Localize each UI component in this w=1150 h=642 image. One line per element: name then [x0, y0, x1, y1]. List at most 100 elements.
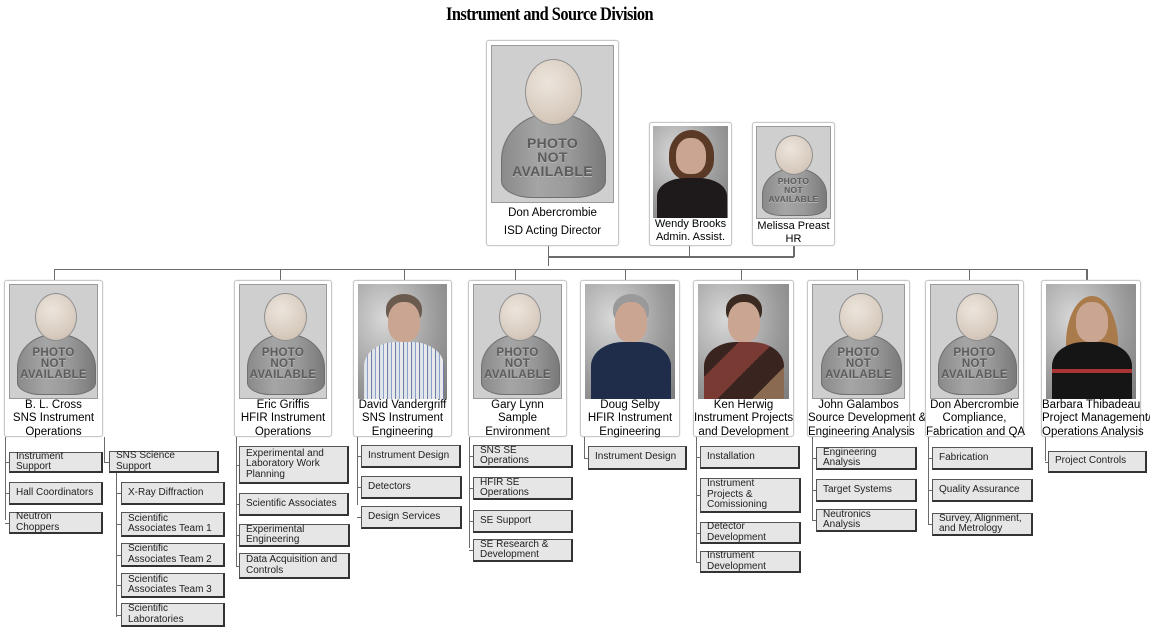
portrait-face — [728, 302, 760, 342]
manager-card[interactable]: PHOTO NOT AVAILABLE Eric Griffis HFIR Instru… — [234, 280, 332, 438]
placeholder-head — [264, 293, 307, 342]
photo-placeholder-icon: PHOTO NOT AVAILABLE — [491, 45, 614, 203]
unit-box[interactable]: Design Services — [361, 506, 462, 529]
unit-box[interactable]: Engineering Analysis — [816, 447, 917, 470]
manager-role-line: HFIR Instrument — [240, 412, 326, 425]
manager-role-line: Sample — [498, 412, 537, 425]
unit-box[interactable]: Scientific Associates — [239, 493, 349, 516]
placeholder-text: PHOTO NOT AVAILABLE — [941, 347, 1008, 382]
unit-box[interactable]: Scientific Associates Team 2 — [121, 543, 225, 567]
manager-name: Eric Griffis — [256, 399, 310, 411]
placeholder-head — [838, 293, 884, 342]
photo-placeholder-icon: PHOTO NOT AVAILABLE — [930, 284, 1019, 399]
manager-role-line: Environment — [485, 425, 550, 438]
portrait-face — [388, 302, 420, 342]
unit-box[interactable]: Target Systems — [816, 479, 917, 502]
photo-placeholder-icon: PHOTO NOT AVAILABLE — [756, 126, 831, 219]
director-role: ISD Acting Director — [503, 225, 602, 237]
unit-box[interactable]: Installation — [700, 446, 800, 469]
manager-card[interactable]: Doug Selby HFIR Instrument Engineering — [580, 280, 680, 439]
manager-role-line: HFIR Instrument — [587, 412, 673, 425]
unit-box[interactable]: Quality Assurance — [932, 479, 1033, 502]
unit-box[interactable]: Data Acquisition and Controls — [239, 553, 350, 579]
manager-card[interactable]: David Vandergriff SNS Instrument Engineeri… — [353, 280, 452, 438]
portrait-clothing — [704, 342, 784, 399]
portrait-photo — [1046, 284, 1136, 399]
portrait-photo — [698, 284, 789, 399]
unit-box[interactable]: X-Ray Diffraction — [121, 482, 225, 505]
manager-caption: B. L. Cross SNS Instrument Operations — [5, 399, 102, 439]
unit-box[interactable]: Scientific Associates Team 1 — [121, 512, 225, 537]
manager-card[interactable]: PHOTO NOT AVAILABLE John Galambos Source Dev… — [807, 280, 926, 439]
unit-box[interactable]: Hall Coordinators — [9, 482, 103, 505]
staff-name: Melissa Preast — [757, 220, 830, 232]
unit-box[interactable]: Neutron Choppers — [9, 511, 103, 534]
unit-box[interactable]: Instrument Development — [700, 550, 801, 573]
manager-role-line: Project Management/ — [1042, 412, 1150, 425]
manager-caption: John Galambos Source Development & Enginee… — [808, 399, 926, 439]
unit-box[interactable]: Experimental Engineering — [239, 524, 350, 547]
page-title: Instrument and Source Division — [446, 4, 654, 25]
manager-card[interactable]: Barbara Thibadeau Project Management/Oper… — [1041, 280, 1150, 438]
manager-role-line: Instrument Projects — [694, 412, 794, 425]
staff-name: Wendy Brooks — [654, 218, 727, 230]
manager-name: Doug Selby — [600, 399, 660, 411]
photo-placeholder-icon: PHOTO NOT AVAILABLE — [473, 284, 562, 399]
unit-box[interactable]: SE Support — [473, 510, 573, 533]
unit-box[interactable]: Scientific Laboratories — [121, 603, 225, 627]
manager-role-line: and Development — [698, 425, 789, 438]
unit-box[interactable]: Instrument Design — [588, 446, 687, 470]
placeholder-text: PHOTO NOT AVAILABLE — [20, 347, 87, 382]
staff-card[interactable]: PHOTO NOT AVAILABLE Melissa Preast HR — [752, 122, 835, 246]
portrait-photo — [653, 126, 728, 218]
portrait-face — [1076, 302, 1108, 342]
unit-box[interactable]: HFIR SE Operations — [473, 477, 573, 500]
unit-box[interactable]: Experimental and Laboratory Work Plannin… — [239, 446, 349, 484]
manager-role-line: Engineering Analysis — [808, 425, 915, 438]
manager-card[interactable]: PHOTO NOT AVAILABLE Gary Lynn Sample Environm… — [468, 280, 567, 438]
manager-role-line: Operations — [254, 425, 312, 438]
placeholder-head — [955, 293, 999, 342]
manager-caption: Ken Herwig Instrument Projects and Develop… — [694, 399, 793, 439]
portrait-clothing — [591, 342, 671, 399]
unit-box[interactable]: Neutronics Analysis — [816, 509, 917, 532]
unit-box[interactable]: Project Controls — [1048, 451, 1147, 473]
manager-card[interactable]: PHOTO NOT AVAILABLE B. L. Cross SNS Instrume… — [4, 280, 103, 439]
subgroup-box[interactable]: SNS Science Support — [109, 450, 219, 473]
connector-line — [5, 437, 6, 520]
unit-box[interactable]: Survey, Alignment, and Metrology — [932, 513, 1033, 536]
portrait-face — [615, 302, 647, 342]
unit-box[interactable]: Instrument Design — [361, 445, 461, 468]
unit-box[interactable]: SE Research & Development — [473, 539, 573, 562]
photo-placeholder-icon: PHOTO NOT AVAILABLE — [812, 284, 905, 399]
director-card[interactable]: PHOTO NOT AVAILABLE Don Abercrombie ISD Ac… — [486, 40, 619, 246]
manager-card[interactable]: Ken Herwig Instrument Projects and Develop… — [693, 280, 794, 439]
unit-box[interactable]: Instrument Projects & Comissioning — [700, 478, 801, 513]
unit-box[interactable]: Instrument Support — [9, 451, 103, 473]
connector-line — [928, 437, 929, 525]
connector-line — [469, 437, 470, 548]
manager-role-line: SNS Instrument — [361, 412, 444, 425]
photo-placeholder-icon: PHOTO NOT AVAILABLE — [239, 284, 327, 399]
photo-placeholder-icon: PHOTO NOT AVAILABLE — [9, 284, 98, 399]
manager-role-line: Compliance, — [942, 412, 1007, 425]
unit-box[interactable]: SNS SE Operations — [473, 445, 573, 468]
manager-card[interactable]: PHOTO NOT AVAILABLE Don Abercrombie Complian… — [925, 280, 1025, 438]
manager-role-line: Engineering — [371, 425, 434, 438]
manager-name: Ken Herwig — [713, 399, 774, 411]
unit-box[interactable]: Detectors — [361, 476, 462, 499]
connector-line — [357, 437, 358, 505]
unit-box[interactable]: Detector Development — [700, 521, 801, 544]
portrait-clothing — [364, 342, 444, 399]
unit-box[interactable]: Fabrication — [932, 447, 1033, 470]
connector-line — [812, 437, 813, 520]
connector-line — [696, 437, 697, 562]
staff-card[interactable]: Wendy Brooks Admin. Assist. — [649, 122, 732, 246]
staff-role: HR — [785, 232, 802, 245]
connector-line — [584, 437, 585, 458]
manager-caption: Doug Selby HFIR Instrument Engineering — [581, 399, 679, 439]
connector-line — [236, 437, 237, 566]
manager-name: Gary Lynn — [491, 399, 544, 411]
portrait-clothing — [1052, 342, 1132, 399]
unit-box[interactable]: Scientific Associates Team 3 — [121, 573, 225, 598]
